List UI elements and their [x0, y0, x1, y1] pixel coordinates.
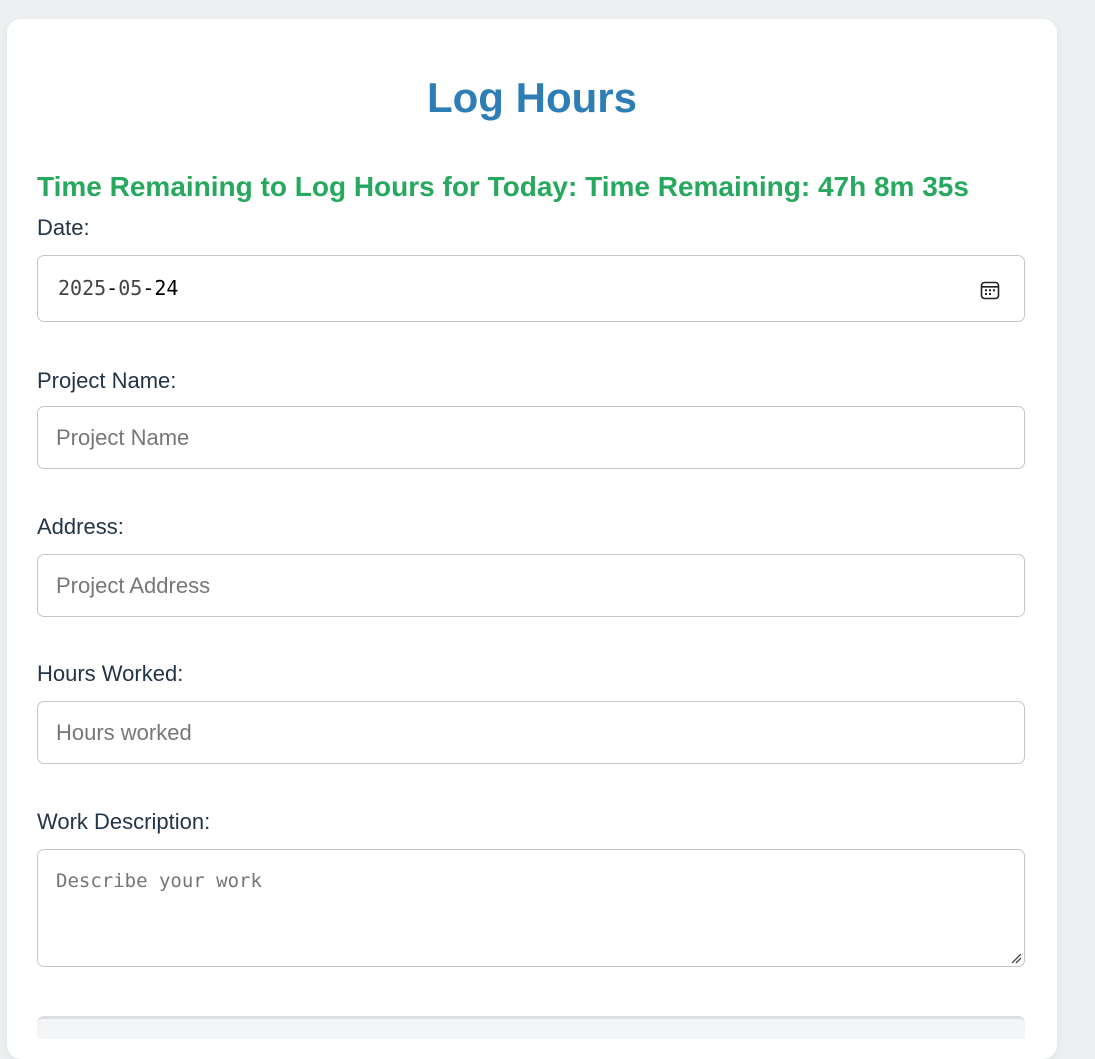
resize-handle-icon[interactable] [1010, 952, 1022, 964]
date-input[interactable]: 2025-05-24 [37, 255, 1025, 322]
calendar-icon[interactable] [980, 280, 1000, 300]
date-separator: - [106, 276, 119, 300]
page-title: Log Hours [427, 74, 637, 121]
date-label: Date: [37, 215, 90, 240]
address-input[interactable] [38, 555, 1024, 616]
project-name-label: Project Name: [37, 368, 177, 393]
project-name-field [37, 406, 1025, 469]
hours-worked-input[interactable] [38, 702, 1024, 763]
work-description-field [37, 849, 1025, 967]
hours-worked-field [37, 701, 1025, 764]
log-hours-card: Log Hours Time Remaining to Log Hours fo… [7, 19, 1057, 1059]
date-value[interactable]: 2025-05-24 [58, 278, 178, 298]
date-year-segment[interactable]: 2025 [58, 276, 106, 300]
submit-button-edge[interactable] [37, 1016, 1025, 1039]
date-day-segment[interactable]: 24 [154, 276, 178, 300]
project-name-input[interactable] [38, 407, 1024, 468]
time-remaining-text: Time Remaining to Log Hours for Today: T… [37, 171, 969, 202]
address-field [37, 554, 1025, 617]
hours-worked-label: Hours Worked: [37, 661, 184, 686]
date-separator: - [142, 276, 155, 300]
work-description-label: Work Description: [37, 809, 211, 834]
work-description-textarea[interactable] [38, 850, 1024, 966]
address-label: Address: [37, 514, 124, 539]
date-month-segment[interactable]: 05 [118, 276, 142, 300]
